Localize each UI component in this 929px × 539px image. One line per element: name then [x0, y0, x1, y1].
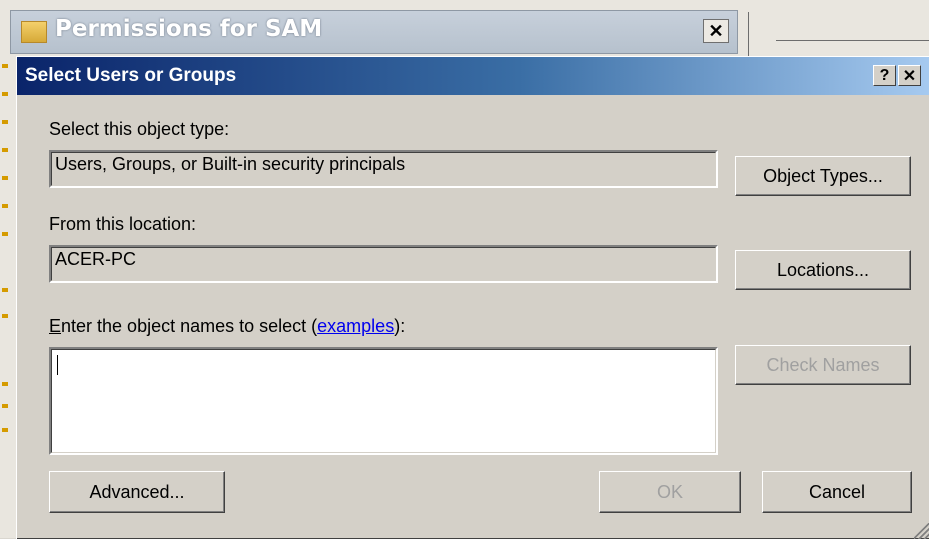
examples-link[interactable]: examples	[317, 316, 394, 336]
locations-button[interactable]: Locations...	[735, 250, 911, 290]
object-type-label: Select this object type:	[49, 119, 230, 139]
location-label: From this location:	[49, 214, 197, 234]
object-names-input[interactable]	[49, 347, 718, 455]
resize-grip[interactable]	[914, 523, 929, 539]
close-icon: ✕	[708, 20, 724, 41]
help-button[interactable]: ?	[873, 65, 896, 86]
object-names-label: Enter the object names to select (exampl…	[49, 316, 406, 336]
dialog-titlebar: Select Users or Groups ? ✕	[17, 57, 929, 95]
background-close-button[interactable]: ✕	[703, 19, 729, 43]
background-divider	[776, 40, 929, 41]
close-icon: ✕	[902, 67, 917, 85]
folder-icon	[21, 21, 47, 43]
ok-button[interactable]: OK	[599, 471, 741, 513]
dialog-title: Select Users or Groups	[25, 65, 237, 86]
access-key: E	[49, 316, 62, 336]
location-field: ACER-PC	[49, 245, 718, 283]
background-titlebar: Permissions for SAM ✕	[10, 10, 738, 54]
select-users-dialog: Select Users or Groups ? ✕ Select this o…	[16, 56, 929, 539]
text-caret	[57, 355, 58, 375]
background-divider	[748, 12, 749, 58]
background-window-title: Permissions for SAM	[55, 16, 323, 42]
background-marks	[0, 52, 14, 538]
object-type-field: Users, Groups, or Built-in security prin…	[49, 150, 718, 188]
help-icon: ?	[879, 66, 890, 84]
cancel-button[interactable]: Cancel	[762, 471, 912, 513]
dialog-close-button[interactable]: ✕	[898, 65, 921, 86]
object-types-button[interactable]: Object Types...	[735, 156, 911, 196]
check-names-button[interactable]: Check Names	[735, 345, 911, 385]
advanced-button[interactable]: Advanced...	[49, 471, 225, 513]
